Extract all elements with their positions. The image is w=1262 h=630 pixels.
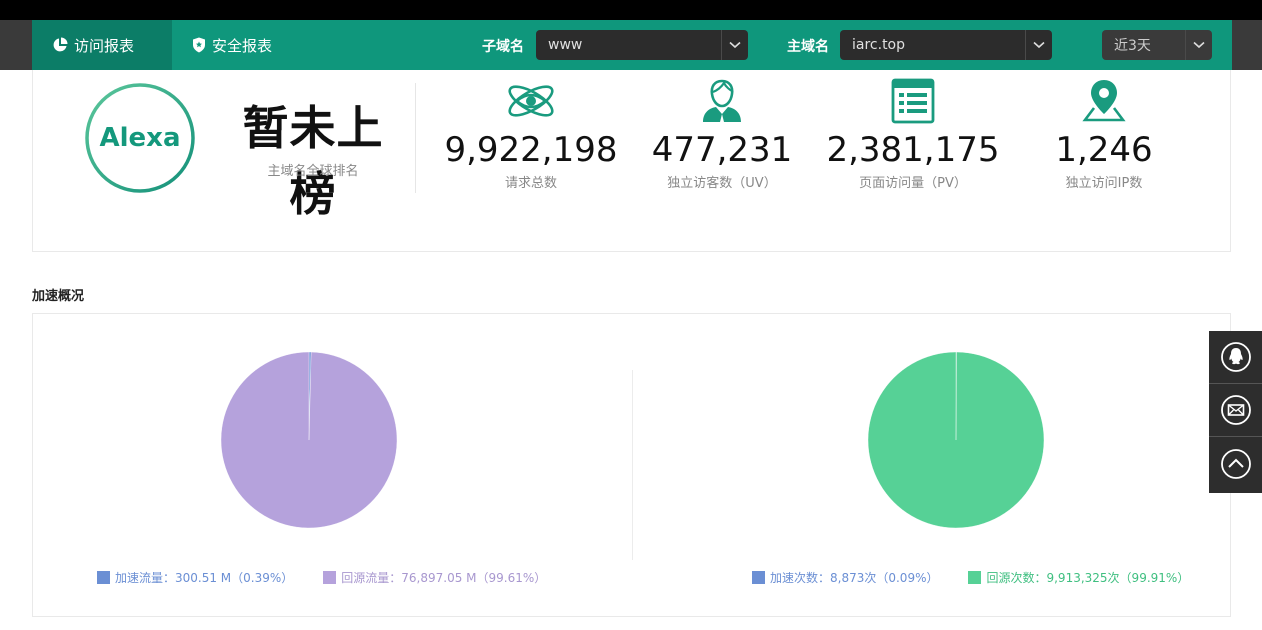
maindomain-select[interactable]: iarc.top: [840, 30, 1052, 60]
stat-value: 477,231: [651, 130, 793, 170]
tab-label: 访问报表: [74, 36, 135, 55]
qq-icon: [1220, 342, 1251, 372]
hits-legend: 加速次数：8,873次（0.09%） 回源次数：9,913,325次（99.91…: [752, 569, 1189, 586]
stat-value: 2,381,175: [826, 130, 1000, 170]
stat-value: 9,922,198: [444, 130, 618, 170]
mail-icon: [1220, 395, 1251, 425]
pie-slice-origin[interactable]: [221, 352, 397, 528]
tab-access-report[interactable]: 访问报表: [32, 20, 172, 70]
date-range-select[interactable]: 近3天: [1102, 30, 1212, 60]
traffic-pie-chart: [221, 352, 397, 528]
email-contact-button[interactable]: [1209, 384, 1262, 437]
charts-panel: 加速流量：300.51 M（0.39%） 回源流量：76,897.05 M（99…: [32, 313, 1231, 617]
chevron-down-icon: [1025, 30, 1052, 60]
legend-text: 加速次数：8,873次（0.09%）: [770, 571, 939, 585]
stat-value: 1,246: [1055, 130, 1153, 170]
legend-text: 加速流量：300.51 M（0.39%）: [115, 571, 294, 585]
stats-panel: Alexa 暂未上榜 主域名全球排名 9,922,198 请求总数 477,23…: [32, 70, 1231, 252]
page-icon: [891, 78, 935, 124]
side-toolbar: [1209, 331, 1262, 493]
pie-slice-origin[interactable]: [868, 352, 1044, 528]
legend-swatch: [752, 571, 765, 584]
subdomain-value: www: [548, 37, 583, 53]
rank-status: 暂未上榜: [242, 101, 384, 221]
back-to-top-icon: [1220, 448, 1251, 479]
legend-item-accel-traffic[interactable]: 加速流量：300.51 M（0.39%）: [97, 569, 293, 586]
shield-icon: [193, 37, 205, 53]
stat-label: 页面访问量（PV）: [859, 176, 967, 191]
legend-item-accel-hits[interactable]: 加速次数：8,873次（0.09%）: [752, 569, 938, 586]
date-range-value: 近3天: [1114, 38, 1151, 54]
report-nav-bar: 访问报表 安全报表 子域名 www 主域名 iarc.top 近3天: [32, 20, 1232, 70]
chart-divider: [632, 370, 633, 560]
pie-chart-icon: [53, 37, 68, 52]
subdomain-label: 子域名: [482, 39, 524, 55]
qq-contact-button[interactable]: [1209, 331, 1262, 384]
location-pin-icon: [1082, 80, 1126, 122]
atom-eye-icon: [508, 85, 554, 117]
legend-text: 回源流量：76,897.05 M（99.61%）: [341, 571, 547, 585]
stat-unique-ips: 1,246 独立访问IP数: [1009, 78, 1199, 191]
chevron-down-icon: [1185, 30, 1212, 60]
traffic-legend: 加速流量：300.51 M（0.39%） 回源流量：76,897.05 M（99…: [97, 569, 546, 586]
stat-label: 请求总数: [504, 176, 557, 191]
rank-subtitle: 主域名全球排名: [267, 164, 359, 179]
stat-unique-visitors: 477,231 独立访客数（UV）: [627, 78, 817, 191]
user-icon: [703, 79, 741, 122]
legend-text: 回源次数：9,913,325次（99.91%）: [986, 571, 1190, 585]
subdomain-select[interactable]: www: [536, 30, 748, 60]
divider: [415, 83, 416, 193]
stat-total-requests: 9,922,198 请求总数: [436, 78, 626, 191]
stat-page-views: 2,381,175 页面访问量（PV）: [818, 78, 1008, 191]
legend-swatch: [968, 571, 982, 584]
maindomain-value: iarc.top: [852, 37, 906, 53]
hits-pie-chart: [868, 352, 1044, 528]
chevron-down-icon: [721, 30, 748, 60]
stat-label: 独立访问IP数: [1065, 176, 1143, 191]
alexa-badge: Alexa: [99, 123, 181, 153]
legend-swatch: [97, 571, 110, 584]
legend-swatch: [323, 571, 337, 584]
back-to-top-button[interactable]: [1209, 437, 1262, 490]
tab-security-report[interactable]: 安全报表: [172, 20, 292, 70]
tab-label: 安全报表: [212, 36, 273, 55]
section-title: 加速概况: [32, 289, 85, 304]
legend-item-origin-hits[interactable]: 回源次数：9,913,325次（99.91%）: [968, 569, 1189, 586]
legend-item-origin-traffic[interactable]: 回源流量：76,897.05 M（99.61%）: [323, 569, 546, 586]
stat-label: 独立访客数（UV）: [667, 176, 777, 191]
top-black-bar: [0, 0, 1262, 20]
maindomain-label: 主域名: [787, 39, 829, 55]
